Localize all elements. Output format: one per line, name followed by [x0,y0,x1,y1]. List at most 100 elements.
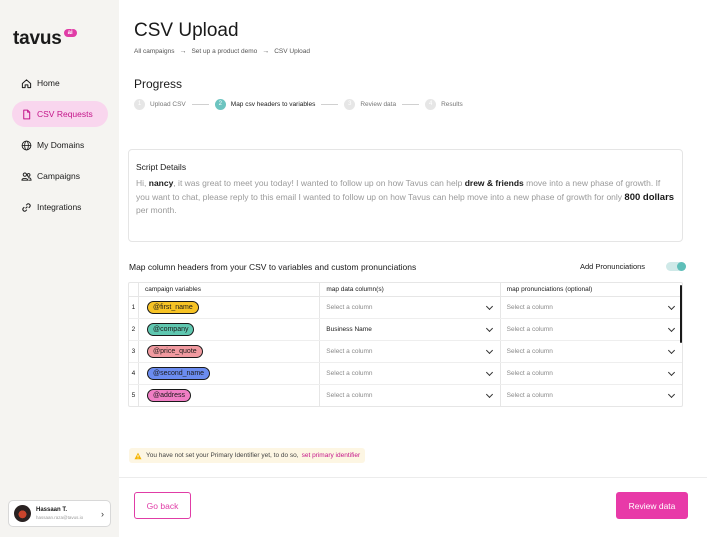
step-label: Review data [360,101,397,108]
step-label: Results [441,101,463,108]
script-variable-price: 800 dollars [624,191,675,203]
breadcrumb-item-csv-upload: CSV Upload [274,48,311,55]
sidebar-item-label: My Domains [37,140,85,150]
select-value: Select a column [506,370,553,377]
variable-chip: @first_name [146,301,199,314]
chevron-down-icon [667,390,676,398]
user-profile-card[interactable]: Hassaan T. hassaan.raza@tavus.io › [8,500,111,527]
home-icon [21,78,32,88]
data-column-select[interactable]: Business Name [320,319,501,340]
people-icon [21,172,32,181]
variable-cell: @address [139,385,321,406]
select-value: Business Name [326,326,372,333]
header-map-data-columns: map data column(s) [320,283,501,296]
table-row: 2 @company Business Name Select a column [129,319,682,341]
user-email: hassaan.raza@tavus.io [36,515,84,520]
variable-cell: @price_quote [139,341,321,362]
select-value: Select a column [326,348,373,355]
variable-chip: @price_quote [146,345,203,358]
sidebar-item-label: CSV Requests [37,109,93,119]
step-map-headers: 2 Map csv headers to variables [214,99,316,110]
table-scrollbar[interactable] [680,285,682,343]
select-value: Select a column [506,348,553,355]
chevron-down-icon [667,346,676,354]
script-text: Hi, [136,178,149,188]
variable-chip: @company [146,323,195,336]
mapping-heading: Map column headers from your CSV to vari… [129,262,417,272]
pronunciation-select[interactable]: Select a column [501,363,682,384]
script-text: per month. [136,205,177,215]
table-header: campaign variables map data column(s) ma… [129,283,682,297]
script-title: Script Details [136,162,187,172]
sidebar-item-integrations[interactable]: Integrations [12,194,108,220]
sidebar: tavus ai Home CSV Requests My Domains Ca… [0,0,119,537]
data-column-select[interactable]: Select a column [320,385,501,406]
script-variable-name: nancy [148,178,174,188]
sidebar-item-my-domains[interactable]: My Domains [12,132,108,158]
chevron-down-icon [667,324,676,332]
step-connector [321,104,339,105]
breadcrumb: All campaigns → Set up a product demo → … [134,48,310,55]
step-label: Map csv headers to variables [230,101,316,108]
header-index-cell [129,283,139,296]
chevron-down-icon [485,346,493,354]
table-row: 1 @first_name Select a column Select a c… [129,297,682,319]
script-details-panel: Script Details Hi, nancy, it was great t… [128,149,683,242]
avatar [14,505,31,522]
select-value: Select a column [326,392,373,399]
breadcrumb-item-product-demo[interactable]: Set up a product demo [191,48,257,55]
step-number: 1 [134,99,145,110]
select-value: Select a column [506,304,553,311]
tavus-logo[interactable]: tavus ai [13,28,77,50]
chevron-down-icon [667,368,676,376]
data-column-select[interactable]: Select a column [320,363,501,384]
pronunciation-select[interactable]: Select a column [501,385,682,406]
variable-chip: @second_name [146,367,211,380]
chevron-down-icon [485,302,493,310]
table-row: 5 @address Select a column Select a colu… [129,385,682,406]
footer-divider [119,477,707,478]
document-icon [23,109,31,119]
warning-icon [134,452,142,459]
step-number: 4 [425,99,437,110]
step-number: 3 [344,99,356,110]
set-primary-identifier-link[interactable]: set primary identifier [302,452,361,459]
primary-identifier-warning: You have not set your Primary Identifier… [129,448,366,463]
globe-icon [21,140,32,150]
step-review-data: 3 Review data [344,99,396,110]
select-value: Select a column [326,304,373,311]
user-info: Hassaan T. hassaan.raza@tavus.io [36,507,83,520]
variable-chip: @address [146,389,191,402]
go-back-button[interactable]: Go back [134,492,191,519]
review-data-button[interactable]: Review data [616,492,688,519]
breadcrumb-item-all-campaigns[interactable]: All campaigns [134,48,174,55]
table-row: 4 @second_name Select a column Select a … [129,363,682,385]
pronunciation-select[interactable]: Select a column [501,319,682,340]
chevron-down-icon [485,390,493,398]
pronunciation-select[interactable]: Select a column [501,341,682,362]
sidebar-item-csv-requests[interactable]: CSV Requests [12,101,108,127]
row-number: 2 [129,319,139,340]
page-title: CSV Upload [134,20,239,41]
pronunciations-toggle[interactable] [666,262,687,271]
row-number: 5 [129,385,139,406]
row-number: 1 [129,297,139,318]
progress-stepper: 1 Upload CSV 2 Map csv headers to variab… [134,99,463,110]
mapping-table: campaign variables map data column(s) ma… [128,282,683,407]
sidebar-item-campaigns[interactable]: Campaigns [12,163,108,189]
main-content: CSV Upload All campaigns → Set up a prod… [119,0,707,537]
chevron-down-icon [485,324,493,332]
pronunciations-control: Add Pronunciations [580,262,687,271]
arrow-right-icon: → [262,48,270,55]
data-column-select[interactable]: Select a column [320,341,501,362]
table-row: 3 @price_quote Select a column Select a … [129,341,682,363]
pronunciation-select[interactable]: Select a column [501,297,682,318]
script-body: Hi, nancy, it was great to meet you toda… [136,177,675,218]
sidebar-item-label: Integrations [37,202,82,212]
header-campaign-variables: campaign variables [139,283,321,296]
select-value: Select a column [326,370,373,377]
sidebar-nav: Home CSV Requests My Domains Campaigns I… [12,70,108,225]
sidebar-item-home[interactable]: Home [12,70,108,96]
data-column-select[interactable]: Select a column [320,297,501,318]
row-number: 3 [129,341,139,362]
